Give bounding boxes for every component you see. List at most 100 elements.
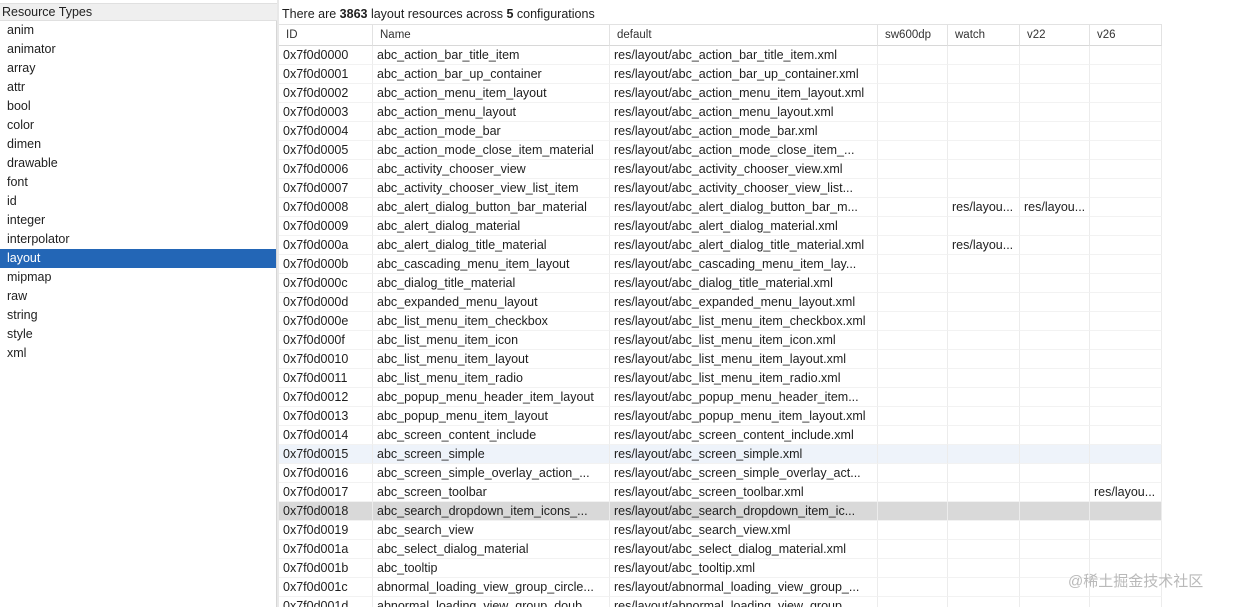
resource-type-label: animator bbox=[7, 42, 56, 56]
table-row[interactable]: 0x7f0d0002 abc_action_menu_item_layout res… bbox=[279, 84, 1162, 103]
cell-id: 0x7f0d0003 bbox=[279, 103, 373, 122]
resource-type-integer[interactable]: integer bbox=[0, 211, 276, 230]
table-row[interactable]: 0x7f0d0004 abc_action_mode_bar res/layout/… bbox=[279, 122, 1162, 141]
cell-id: 0x7f0d001b bbox=[279, 559, 373, 578]
column-header-id[interactable]: ID bbox=[279, 24, 373, 46]
resource-type-style[interactable]: style bbox=[0, 325, 276, 344]
resource-type-label: font bbox=[7, 175, 28, 189]
cell-default: res/layout/abc_popup_menu_header_item... bbox=[610, 388, 878, 407]
cell-id: 0x7f0d0016 bbox=[279, 464, 373, 483]
cell-text: res/layout/abc_activity_chooser_view_lis… bbox=[614, 181, 854, 195]
table-row[interactable]: 0x7f0d0018 abc_search_dropdown_item_icons… bbox=[279, 502, 1162, 521]
resource-type-layout[interactable]: layout bbox=[0, 249, 276, 268]
resource-type-string[interactable]: string bbox=[0, 306, 276, 325]
cell-text: 0x7f0d001a bbox=[283, 542, 349, 556]
cell-default: res/layout/abc_activity_chooser_view.xml bbox=[610, 160, 878, 179]
column-header-v26[interactable]: v26 bbox=[1090, 24, 1162, 46]
table-row[interactable]: 0x7f0d0003 abc_action_menu_layout res/layo… bbox=[279, 103, 1162, 122]
resource-type-interpolator[interactable]: interpolator bbox=[0, 230, 276, 249]
cell-sw600dp bbox=[878, 407, 948, 426]
column-header-default[interactable]: default bbox=[610, 24, 878, 46]
resource-type-label: anim bbox=[7, 23, 35, 37]
resource-type-anim[interactable]: anim bbox=[0, 21, 276, 40]
table-row[interactable]: 0x7f0d001c abnormal_loading_view_group_ci… bbox=[279, 578, 1162, 597]
resource-type-label: string bbox=[7, 308, 38, 322]
table-row[interactable]: 0x7f0d0001 abc_action_bar_up_container res… bbox=[279, 65, 1162, 84]
resource-viewer-window: Resource Types anim animator array attr bool… bbox=[0, 0, 1240, 607]
cell-watch bbox=[948, 426, 1020, 445]
cell-text: 0x7f0d0008 bbox=[283, 200, 349, 214]
table-row[interactable]: 0x7f0d0009 abc_alert_dialog_material res/l… bbox=[279, 217, 1162, 236]
resource-type-font[interactable]: font bbox=[0, 173, 276, 192]
cell-sw600dp bbox=[878, 46, 948, 65]
table-row[interactable]: 0x7f0d0017 abc_screen_toolbar res/layout/a… bbox=[279, 483, 1162, 502]
cell-text: res/layout/abc_search_dropdown_item_ic..… bbox=[614, 504, 856, 518]
resource-type-id[interactable]: id bbox=[0, 192, 276, 211]
resource-type-array[interactable]: array bbox=[0, 59, 276, 78]
cell-default: res/layout/abc_action_menu_layout.xml bbox=[610, 103, 878, 122]
cell-name: abc_tooltip bbox=[373, 559, 610, 578]
table-row[interactable]: 0x7f0d0006 abc_activity_chooser_view res/l… bbox=[279, 160, 1162, 179]
cell-text: 0x7f0d0007 bbox=[283, 181, 349, 195]
cell-id: 0x7f0d0019 bbox=[279, 521, 373, 540]
table-row[interactable]: 0x7f0d000e abc_list_menu_item_checkbox res… bbox=[279, 312, 1162, 331]
resource-types-panel: Resource Types anim animator array attr bool… bbox=[0, 0, 277, 607]
table-row[interactable]: 0x7f0d0016 abc_screen_simple_overlay_acti… bbox=[279, 464, 1162, 483]
table-row[interactable]: 0x7f0d000d abc_expanded_menu_layout res/la… bbox=[279, 293, 1162, 312]
column-header-label: v22 bbox=[1027, 29, 1046, 41]
resource-type-mipmap[interactable]: mipmap bbox=[0, 268, 276, 287]
resource-type-dimen[interactable]: dimen bbox=[0, 135, 276, 154]
table-row[interactable]: 0x7f0d0012 abc_popup_menu_header_item_lay… bbox=[279, 388, 1162, 407]
cell-text: res/layout/abc_cascading_menu_item_lay..… bbox=[614, 257, 857, 271]
table-row[interactable]: 0x7f0d0015 abc_screen_simple res/layout/ab… bbox=[279, 445, 1162, 464]
table-row[interactable]: 0x7f0d0005 abc_action_mode_close_item_mat… bbox=[279, 141, 1162, 160]
cell-text: res/layout/abc_list_menu_item_layout.xml bbox=[614, 352, 847, 366]
cell-sw600dp bbox=[878, 502, 948, 521]
table-row[interactable]: 0x7f0d0013 abc_popup_menu_item_layout res/… bbox=[279, 407, 1162, 426]
cell-sw600dp bbox=[878, 122, 948, 141]
resources-panel: There are 3863 layout resources across 5… bbox=[279, 0, 1240, 607]
resource-type-bool[interactable]: bool bbox=[0, 97, 276, 116]
table-row[interactable]: 0x7f0d001a abc_select_dialog_material res/… bbox=[279, 540, 1162, 559]
resource-type-raw[interactable]: raw bbox=[0, 287, 276, 306]
table-row[interactable]: 0x7f0d0007 abc_activity_chooser_view_list… bbox=[279, 179, 1162, 198]
cell-watch bbox=[948, 464, 1020, 483]
cell-name: abc_alert_dialog_title_material bbox=[373, 236, 610, 255]
table-row[interactable]: 0x7f0d001d abnormal_loading_view_group_do… bbox=[279, 597, 1162, 607]
resource-type-animator[interactable]: animator bbox=[0, 40, 276, 59]
cell-text: abc_cascading_menu_item_layout bbox=[377, 257, 570, 271]
table-row[interactable]: 0x7f0d000f abc_list_menu_item_icon res/lay… bbox=[279, 331, 1162, 350]
cell-default: res/layout/abc_cascading_menu_item_lay..… bbox=[610, 255, 878, 274]
column-header-label: default bbox=[617, 29, 652, 41]
cell-id: 0x7f0d000c bbox=[279, 274, 373, 293]
table-row[interactable]: 0x7f0d0011 abc_list_menu_item_radio res/la… bbox=[279, 369, 1162, 388]
table-row[interactable]: 0x7f0d0019 abc_search_view res/layout/abc_… bbox=[279, 521, 1162, 540]
table-row[interactable]: 0x7f0d000c abc_dialog_title_material res/l… bbox=[279, 274, 1162, 293]
cell-watch bbox=[948, 84, 1020, 103]
cell-watch bbox=[948, 540, 1020, 559]
table-row[interactable]: 0x7f0d000a abc_alert_dialog_title_materia… bbox=[279, 236, 1162, 255]
cell-watch bbox=[948, 217, 1020, 236]
cell-text: res/layout/abc_action_mode_close_item_..… bbox=[614, 143, 855, 157]
column-header-v22[interactable]: v22 bbox=[1020, 24, 1090, 46]
resource-type-color[interactable]: color bbox=[0, 116, 276, 135]
resource-type-drawable[interactable]: drawable bbox=[0, 154, 276, 173]
column-header-name[interactable]: Name bbox=[373, 24, 610, 46]
resource-type-label: integer bbox=[7, 213, 46, 227]
cell-sw600dp bbox=[878, 331, 948, 350]
cell-name: abc_action_menu_item_layout bbox=[373, 84, 610, 103]
table-row[interactable]: 0x7f0d000b abc_cascading_menu_item_layout… bbox=[279, 255, 1162, 274]
resource-type-xml[interactable]: xml bbox=[0, 344, 276, 363]
table-row[interactable]: 0x7f0d0010 abc_list_menu_item_layout res/l… bbox=[279, 350, 1162, 369]
column-header-sw600dp[interactable]: sw600dp bbox=[878, 24, 948, 46]
column-header-watch[interactable]: watch bbox=[948, 24, 1020, 46]
table-row[interactable]: 0x7f0d0014 abc_screen_content_include res/… bbox=[279, 426, 1162, 445]
resource-type-attr[interactable]: attr bbox=[0, 78, 276, 97]
cell-text: 0x7f0d0001 bbox=[283, 67, 349, 81]
cell-default: res/layout/abc_list_menu_item_icon.xml bbox=[610, 331, 878, 350]
cell-sw600dp bbox=[878, 217, 948, 236]
table-row[interactable]: 0x7f0d0000 abc_action_bar_title_item res/l… bbox=[279, 46, 1162, 65]
table-row[interactable]: 0x7f0d0008 abc_alert_dialog_button_bar_ma… bbox=[279, 198, 1162, 217]
table-row[interactable]: 0x7f0d001b abc_tooltip res/layout/abc_tool… bbox=[279, 559, 1162, 578]
cell-text: abc_action_bar_title_item bbox=[377, 48, 520, 62]
